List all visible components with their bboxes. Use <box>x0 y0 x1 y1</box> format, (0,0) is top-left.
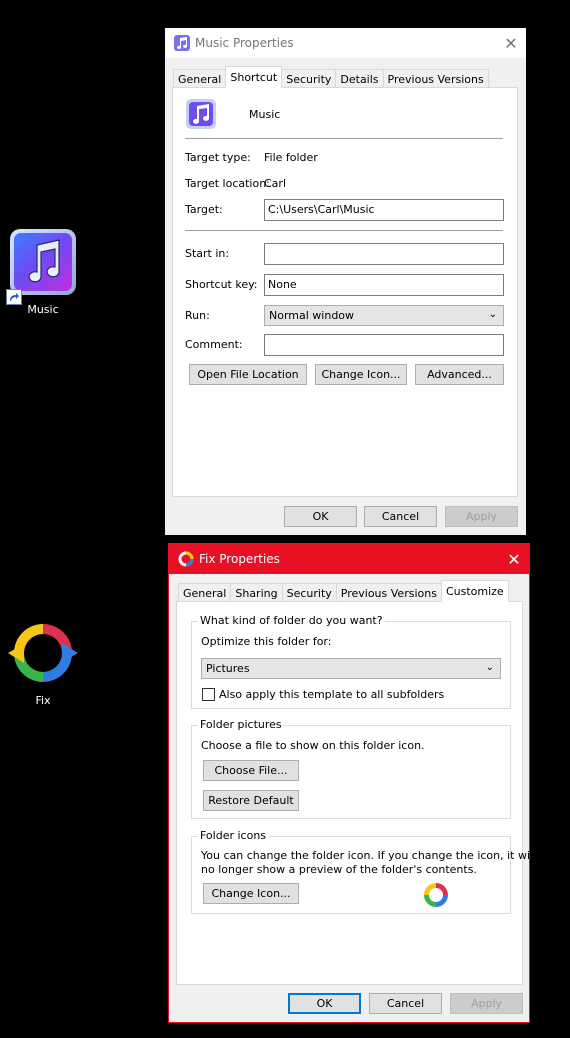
apply-subfolders-label: Also apply this template to all subfolde… <box>219 688 445 701</box>
music-app-icon <box>6 229 76 305</box>
optimize-label: Optimize this folder for: <box>201 635 332 648</box>
tab-customize[interactable]: Customize <box>440 580 509 602</box>
optimize-dropdown[interactable]: Pictures ⌄ <box>201 658 501 679</box>
tab-sharing[interactable]: Sharing <box>230 583 283 602</box>
target-type-label: Target type: <box>185 151 251 164</box>
tab-strip: General Sharing Security Previous Versio… <box>178 580 509 602</box>
tab-details[interactable]: Details <box>335 69 384 88</box>
start-in-input[interactable] <box>264 243 504 265</box>
group-title: What kind of folder do you want? <box>198 614 385 627</box>
target-location-label: Target location: <box>185 177 270 190</box>
shortcut-key-label: Shortcut key: <box>185 278 258 291</box>
divider <box>185 138 503 139</box>
group-title: Folder icons <box>198 829 269 842</box>
desktop-icon-music[interactable]: Music <box>1 229 85 316</box>
shortcut-name: Music <box>249 108 281 121</box>
open-file-location-button[interactable]: Open File Location <box>189 364 307 385</box>
ok-button[interactable]: OK <box>284 506 357 527</box>
desktop-icon-label: Fix <box>35 694 51 707</box>
tab-previous-versions[interactable]: Previous Versions <box>382 69 489 88</box>
run-label: Run: <box>185 309 210 322</box>
desktop-icon-fix[interactable]: Fix <box>1 618 85 707</box>
cancel-button[interactable]: Cancel <box>369 993 442 1014</box>
comment-input[interactable] <box>264 334 504 356</box>
shortcut-icon <box>185 98 217 130</box>
shortcut-key-input[interactable]: None <box>264 274 504 296</box>
cancel-button[interactable]: Cancel <box>364 506 437 527</box>
ok-button[interactable]: OK <box>288 993 361 1014</box>
apply-button[interactable]: Apply <box>445 506 518 527</box>
target-location-value: Carl <box>264 177 286 190</box>
music-properties-window: Music Properties ✕ General Shortcut Secu… <box>165 28 526 535</box>
title-bar[interactable]: Music Properties ✕ <box>165 28 526 58</box>
advanced-button[interactable]: Advanced... <box>415 364 504 385</box>
tab-shortcut[interactable]: Shortcut <box>225 66 283 88</box>
comment-label: Comment: <box>185 338 243 351</box>
folder-type-group: What kind of folder do you want? Optimiz… <box>191 614 511 709</box>
target-label: Target: <box>185 203 223 216</box>
tab-page: What kind of folder do you want? Optimiz… <box>176 601 536 985</box>
fix-title-icon <box>178 551 194 567</box>
close-icon[interactable]: ✕ <box>496 28 526 58</box>
divider <box>185 230 503 231</box>
shortcut-arrow-icon <box>6 289 22 305</box>
tab-security[interactable]: Security <box>281 583 337 602</box>
tab-security[interactable]: Security <box>281 69 337 88</box>
run-dropdown[interactable]: Normal window ⌄ <box>264 305 504 326</box>
folder-icons-group: Folder icons You can change the folder i… <box>191 829 536 914</box>
tab-general[interactable]: General <box>178 583 232 602</box>
folder-icons-text: You can change the folder icon. If you c… <box>201 849 537 862</box>
fix-app-icon <box>8 618 78 688</box>
choose-file-button[interactable]: Choose File... <box>203 760 299 781</box>
target-type-value: File folder <box>264 151 318 164</box>
group-title: Folder pictures <box>198 718 284 731</box>
fix-properties-window: Fix Properties ✕ General Sharing Securit… <box>168 543 536 1023</box>
start-in-label: Start in: <box>185 247 230 260</box>
music-title-icon <box>174 35 190 51</box>
target-input[interactable]: C:\Users\Carl\Music <box>264 199 504 221</box>
apply-button[interactable]: Apply <box>450 993 523 1014</box>
chevron-down-icon: ⌄ <box>485 662 494 673</box>
tab-general[interactable]: General <box>173 69 227 88</box>
title-bar[interactable]: Fix Properties ✕ <box>169 544 529 574</box>
optimize-dropdown-value: Pictures <box>206 662 250 675</box>
folder-pictures-group: Folder pictures Choose a file to show on… <box>191 718 511 819</box>
window-title: Fix Properties <box>199 552 280 566</box>
tab-strip: General Shortcut Security Details Previo… <box>173 66 489 88</box>
change-icon-button[interactable]: Change Icon... <box>203 883 299 904</box>
choose-label: Choose a file to show on this folder ico… <box>201 739 425 752</box>
close-icon[interactable]: ✕ <box>499 544 529 574</box>
run-dropdown-value: Normal window <box>269 309 355 322</box>
apply-subfolders-checkbox[interactable] <box>202 688 215 701</box>
folder-icons-text: no longer show a preview of the folder's… <box>201 863 477 876</box>
change-icon-button[interactable]: Change Icon... <box>315 364 407 385</box>
restore-default-button[interactable]: Restore Default <box>203 790 299 811</box>
tab-page: Music Target type: File folder Target lo… <box>172 87 518 497</box>
chevron-down-icon: ⌄ <box>488 309 497 320</box>
window-title: Music Properties <box>195 36 294 50</box>
folder-icon-preview <box>421 880 451 910</box>
tab-previous-versions[interactable]: Previous Versions <box>335 583 442 602</box>
